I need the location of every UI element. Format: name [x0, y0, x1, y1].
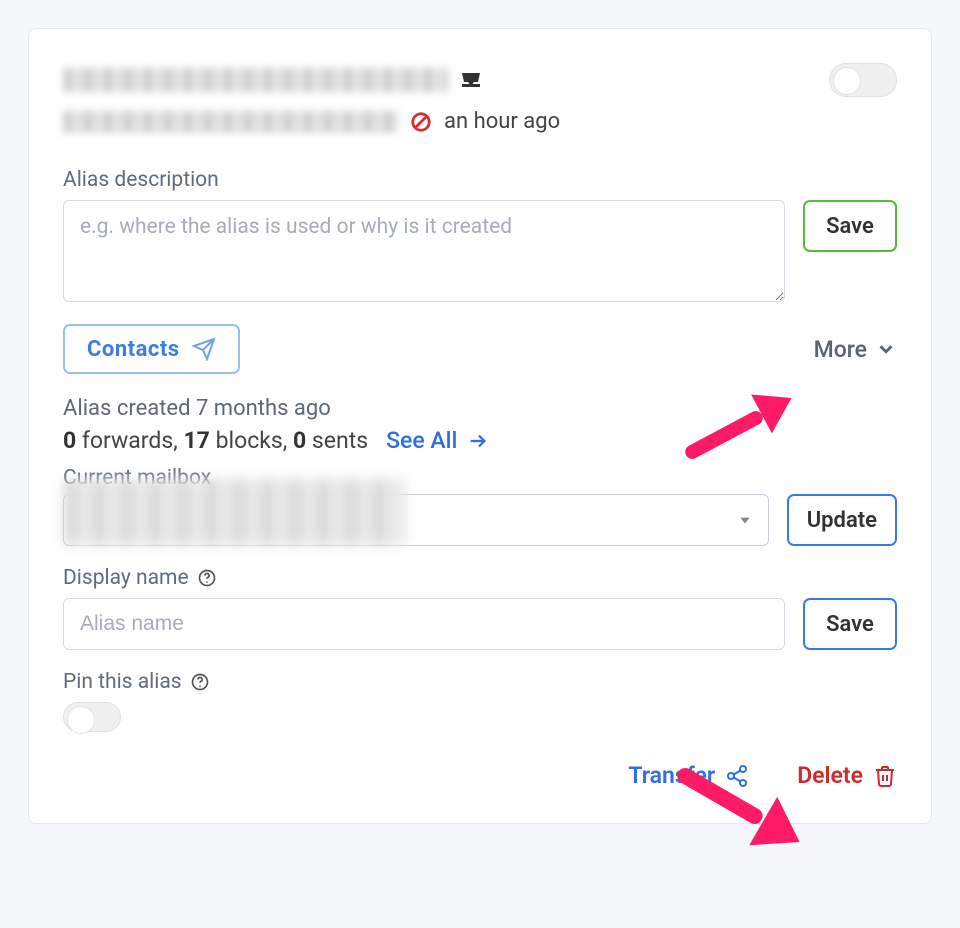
displayname-input[interactable] [63, 598, 785, 650]
pin-toggle[interactable] [63, 702, 121, 732]
more-label: More [814, 336, 867, 363]
alias-address [63, 68, 484, 92]
contacts-button[interactable]: Contacts [63, 324, 240, 374]
delete-button[interactable]: Delete [797, 762, 897, 789]
dropdown-caret-icon [738, 513, 752, 527]
inbox-icon [458, 68, 484, 92]
transfer-button[interactable]: Transfer [628, 762, 749, 789]
alias-stats: 0 forwards, 17 blocks, 0 sents [63, 427, 368, 454]
description-input[interactable] [63, 200, 785, 302]
alias-email-redacted [63, 68, 448, 92]
mailbox-value-redacted [64, 479, 404, 545]
paper-plane-icon [192, 337, 216, 361]
pin-label: Pin this alias [63, 670, 897, 694]
displayname-label: Display name [63, 566, 897, 590]
share-icon [725, 764, 749, 788]
last-activity: an hour ago [444, 109, 560, 134]
mailbox-select[interactable] [63, 494, 769, 546]
trash-icon [873, 764, 897, 788]
alias-card: an hour ago Alias description Save Conta… [28, 28, 932, 824]
more-toggle[interactable]: More [814, 336, 897, 363]
block-icon [410, 111, 432, 133]
alias-enable-toggle[interactable] [829, 63, 897, 97]
chevron-down-icon [875, 338, 897, 360]
update-mailbox-button[interactable]: Update [787, 494, 897, 546]
contacts-label: Contacts [87, 337, 180, 362]
help-icon[interactable] [197, 568, 217, 588]
alias-created-meta: Alias created 7 months ago [63, 396, 897, 421]
save-description-button[interactable]: Save [803, 200, 897, 252]
alias-forward-redacted [63, 111, 398, 133]
description-label: Alias description [63, 168, 897, 192]
see-all-link[interactable]: See All [386, 427, 489, 454]
help-icon[interactable] [190, 672, 210, 692]
save-displayname-button[interactable]: Save [803, 598, 897, 650]
